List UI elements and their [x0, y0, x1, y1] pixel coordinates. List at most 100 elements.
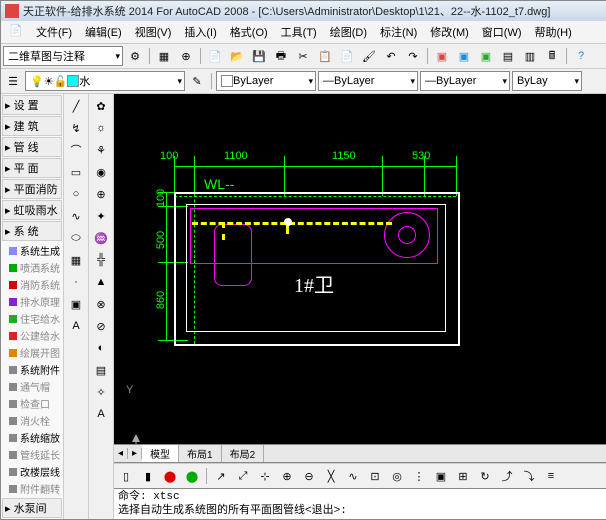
tb-icon[interactable]: ⊗	[91, 294, 111, 314]
menu-view[interactable]: 视图(V)	[129, 22, 178, 42]
ellipse-icon[interactable]: ⬭	[66, 228, 86, 248]
rect-icon[interactable]: ▭	[66, 162, 86, 182]
tb-icon[interactable]: ▤	[91, 360, 111, 380]
save-icon[interactable]: 💾	[249, 46, 269, 66]
tb-icon[interactable]: ↗	[211, 466, 231, 486]
tb-icon[interactable]: ⊕	[277, 466, 297, 486]
tb-icon[interactable]: ◎	[387, 466, 407, 486]
help-icon[interactable]: ?	[571, 46, 591, 66]
menu-modify[interactable]: 修改(M)	[424, 22, 475, 42]
menu-insert[interactable]: 插入(I)	[178, 22, 222, 42]
side-item[interactable]: 喷洒系统	[1, 259, 63, 276]
menu-tools[interactable]: 工具(T)	[275, 22, 323, 42]
tb-icon[interactable]: ⊖	[299, 466, 319, 486]
side-item[interactable]: 消火栓	[1, 412, 63, 429]
lineweight-selector[interactable]: — ByLayer	[420, 71, 510, 91]
side-group[interactable]: ▸ 虹吸雨水	[2, 200, 62, 220]
tab-model[interactable]: 模型	[142, 445, 179, 462]
side-group[interactable]: ▸ 系 统	[2, 221, 62, 241]
menu-help[interactable]: 帮助(H)	[529, 22, 578, 42]
side-group[interactable]: ▸ 管 线	[2, 137, 62, 157]
tb-icon[interactable]: ⋮	[409, 466, 429, 486]
tb-icon[interactable]: ▮	[138, 466, 158, 486]
undo-icon[interactable]: ↶	[381, 46, 401, 66]
side-item[interactable]: 系统缩放	[1, 429, 63, 446]
tb-icon[interactable]: ✧	[91, 382, 111, 402]
side-item[interactable]: 改楼层线	[1, 463, 63, 480]
layer-selector[interactable]: 💡☀🔓 水	[25, 71, 185, 91]
tb-icon[interactable]: ☼	[91, 118, 111, 138]
hatch-icon[interactable]: ▦	[66, 250, 86, 270]
menu-edit[interactable]: 编辑(E)	[79, 22, 128, 42]
side-group[interactable]: ▸ 设 置	[2, 95, 62, 115]
tb-icon[interactable]: ✎	[187, 71, 207, 91]
tb-icon[interactable]: ⊕	[176, 46, 196, 66]
side-group[interactable]: ▸ 建 筑	[2, 116, 62, 136]
tb-icon[interactable]: ▣	[431, 466, 451, 486]
tb-icon[interactable]: ⬤	[160, 466, 180, 486]
tb-icon[interactable]: ▣	[454, 46, 474, 66]
point-icon[interactable]: ·	[66, 272, 86, 292]
side-group[interactable]: ▸ 水泵间	[2, 498, 62, 518]
side-item[interactable]: 排水原理	[1, 293, 63, 310]
tb-icon[interactable]: ▥	[520, 46, 540, 66]
paste-icon[interactable]: 📄	[337, 46, 357, 66]
menu-format[interactable]: 格式(O)	[224, 22, 274, 42]
side-group[interactable]: ▸ 平面消防	[2, 179, 62, 199]
tb-icon[interactable]: ▤	[498, 46, 518, 66]
tb-icon[interactable]: ⤴	[497, 466, 517, 486]
tb-icon[interactable]: ✦	[91, 206, 111, 226]
tb-icon[interactable]: ◐	[91, 338, 111, 358]
side-item[interactable]: 管线延长	[1, 446, 63, 463]
tb-icon[interactable]: ≡	[541, 466, 561, 486]
menu-dim[interactable]: 标注(N)	[374, 22, 423, 42]
tb-icon[interactable]: ⚘	[91, 140, 111, 160]
redo-icon[interactable]: ↷	[403, 46, 423, 66]
menu-file[interactable]: 文件(F)	[30, 22, 78, 42]
tb-icon[interactable]: ⊕	[91, 184, 111, 204]
new-icon[interactable]: 📄	[205, 46, 225, 66]
line-icon[interactable]: ╱	[66, 96, 86, 116]
tab-layout1[interactable]: 布局1	[179, 445, 222, 462]
side-item[interactable]: 公建给水	[1, 327, 63, 344]
side-item[interactable]: 绘展开图	[1, 344, 63, 361]
pline-icon[interactable]: ↯	[66, 118, 86, 138]
side-item[interactable]: 系统附件	[1, 361, 63, 378]
spline-icon[interactable]: ∿	[66, 206, 86, 226]
tb-icon[interactable]: ╬	[91, 250, 111, 270]
tb-icon[interactable]: ⬤	[182, 466, 202, 486]
command-line[interactable]: 命令: xtsc 选择自动生成系统图的所有平面图管线<退出>:	[114, 488, 606, 519]
plotstyle-selector[interactable]: ByLay	[512, 71, 582, 91]
side-group[interactable]: ▸ 平 面	[2, 158, 62, 178]
tb-icon[interactable]: A	[91, 404, 111, 424]
tb-icon[interactable]: ⤵	[519, 466, 539, 486]
side-item[interactable]: 通气帽	[1, 378, 63, 395]
arc-icon[interactable]: ⌒	[66, 140, 86, 160]
print-icon[interactable]: 🖶	[271, 46, 291, 66]
menu-window[interactable]: 窗口(W)	[476, 22, 528, 42]
match-icon[interactable]: 🖌	[359, 46, 379, 66]
copy-icon[interactable]: 📋	[315, 46, 335, 66]
side-item[interactable]: 系统生成	[1, 242, 63, 259]
drawing-canvas[interactable]: 100 1100 1150 530 100 500 860	[114, 94, 606, 444]
text-icon[interactable]: A	[66, 316, 86, 336]
block-icon[interactable]: ▣	[66, 294, 86, 314]
tb-icon[interactable]: ▦	[154, 46, 174, 66]
open-icon[interactable]: 📂	[227, 46, 247, 66]
circle-icon[interactable]: ○	[66, 184, 86, 204]
tb-icon[interactable]: ♒	[91, 228, 111, 248]
ws-settings-icon[interactable]: ⚙	[125, 46, 145, 66]
side-item[interactable]: 住宅给水	[1, 310, 63, 327]
menu-draw[interactable]: 绘图(D)	[324, 22, 373, 42]
side-item[interactable]: 附件翻转	[1, 480, 63, 497]
layer-props-icon[interactable]: ☰	[3, 71, 23, 91]
workspace-selector[interactable]: 二维草图与注释	[3, 46, 123, 66]
tb-icon[interactable]: ⊡	[365, 466, 385, 486]
tb-icon[interactable]: ▣	[432, 46, 452, 66]
tab-layout2[interactable]: 布局2	[222, 445, 265, 462]
tb-icon[interactable]: ▣	[476, 46, 496, 66]
side-item[interactable]: 检查口	[1, 395, 63, 412]
tb-icon[interactable]: ⊹	[255, 466, 275, 486]
tb-icon[interactable]: ✿	[91, 96, 111, 116]
tb-icon[interactable]: ▲	[91, 272, 111, 292]
